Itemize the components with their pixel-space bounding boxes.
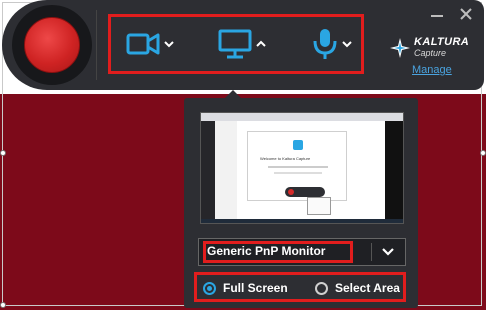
camera-source-button[interactable] (126, 20, 175, 68)
select-area-label: Select Area (335, 281, 400, 295)
preview-taskbar (201, 219, 403, 223)
preview-sidebar (201, 121, 215, 223)
resize-handle-left[interactable] (0, 150, 6, 156)
preview-dialog-text: Welcome to Kaltura Capture (260, 156, 311, 161)
radio-selected-icon (203, 281, 216, 295)
record-button[interactable] (24, 17, 80, 73)
dropdown-divider (371, 243, 372, 261)
preview-dialog-line (274, 172, 322, 174)
preview-mini-thumbnail (307, 197, 331, 215)
microphone-source-button[interactable] (312, 20, 353, 68)
chevron-up-icon (256, 40, 266, 47)
logo-wordmark: KALTURA (414, 36, 470, 48)
camera-icon (126, 33, 160, 55)
monitor-dropdown[interactable]: Generic PnP Monitor (198, 238, 406, 266)
resize-handle-right[interactable] (480, 150, 486, 156)
preview-dialog-logo (293, 140, 303, 150)
capture-toolbar: KALTURA Capture Manage (2, 0, 484, 90)
monitor-name: Generic PnP Monitor (207, 244, 326, 258)
minimize-icon[interactable] (430, 8, 444, 22)
microphone-icon (313, 29, 337, 59)
preview-nav-column (215, 121, 237, 223)
preview-black-band (385, 121, 403, 219)
full-screen-label: Full Screen (223, 281, 288, 295)
chevron-down-icon (164, 41, 174, 48)
capture-mode-group: Full Screen Select Area (194, 272, 406, 302)
kaltura-logo: KALTURA Capture (390, 36, 469, 60)
chevron-down-icon (382, 248, 394, 256)
select-area-radio[interactable]: Select Area (315, 281, 400, 295)
monitor-icon (218, 29, 252, 59)
resize-handle-bottom-left[interactable] (0, 302, 6, 308)
logo-subtext: Capture (414, 48, 447, 58)
kaltura-logo-icon (390, 38, 410, 58)
manage-link[interactable]: Manage (412, 64, 452, 76)
chevron-down-icon (342, 41, 352, 48)
screen-preview: Welcome to Kaltura Capture (200, 112, 404, 224)
preview-mini-toolbar (285, 187, 325, 197)
radio-unselected-icon (315, 281, 328, 295)
full-screen-radio[interactable]: Full Screen (203, 281, 288, 295)
toolbar-divider (96, 10, 97, 80)
preview-dialog-line (268, 166, 328, 168)
preview-browser-tabbar (201, 113, 403, 121)
screen-source-button[interactable] (218, 20, 267, 68)
close-icon[interactable] (458, 6, 474, 22)
preview-record-dot (288, 189, 294, 195)
